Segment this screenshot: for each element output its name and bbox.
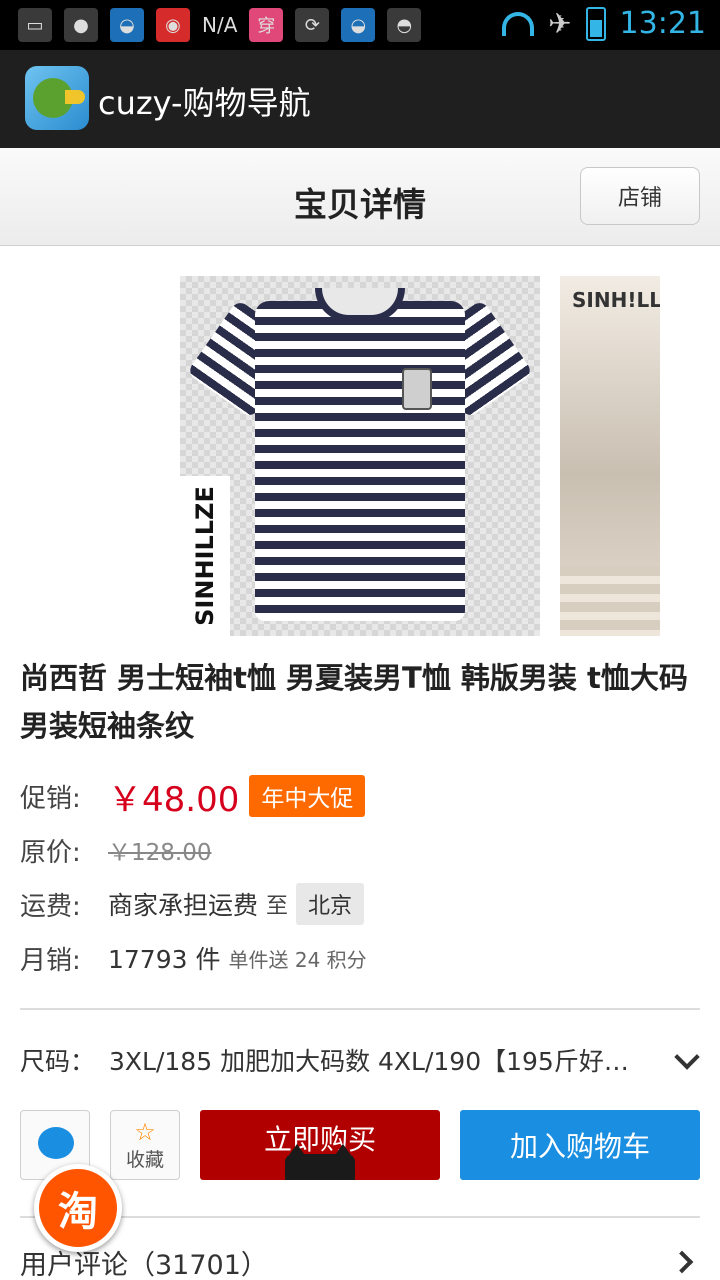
divider bbox=[20, 1008, 700, 1010]
gallery-icon: ▭ bbox=[18, 8, 52, 42]
promo-price-row: 促销: ￥48.00 年中大促 bbox=[20, 774, 366, 820]
brand-logo: SINH!LLZE bbox=[572, 288, 660, 312]
carrier-label: N/A bbox=[202, 13, 238, 37]
chevron-right-icon bbox=[670, 1250, 694, 1274]
news-icon: ◉ bbox=[156, 8, 190, 42]
taobao-icon[interactable]: 淘 bbox=[34, 1164, 122, 1252]
chat-bubble-icon bbox=[38, 1127, 74, 1159]
browser-icon: ◒ bbox=[110, 8, 144, 42]
pea-app-icon: ● bbox=[64, 8, 98, 42]
shipping-row: 运费: 商家承担运费 至 北京 bbox=[20, 882, 365, 926]
monthly-sales-row: 月销: 17793 件 单件送 24 积分 bbox=[20, 936, 367, 980]
user-reviews-row[interactable]: 用户评论（31701） bbox=[20, 1240, 700, 1280]
app-action-bar: cuzy-购物导航 bbox=[0, 50, 720, 148]
sync-icon: ⟳ bbox=[295, 8, 330, 42]
favorite-label: 收藏 bbox=[125, 1148, 164, 1171]
sales-count: 17793 件 bbox=[108, 945, 221, 974]
app-logo-icon[interactable] bbox=[25, 66, 89, 130]
photo-background bbox=[560, 566, 660, 636]
star-icon: ☆ bbox=[134, 1117, 156, 1146]
shipping-city-selector[interactable]: 北京 bbox=[296, 883, 365, 925]
app-notification-icon: 穿 bbox=[249, 8, 284, 42]
sales-label: 月销: bbox=[20, 945, 81, 976]
add-to-cart-button[interactable]: 加入购物车 bbox=[460, 1110, 700, 1180]
app-title: cuzy-购物导航 bbox=[98, 84, 311, 122]
product-image-next[interactable]: SINH!LLZE bbox=[560, 276, 660, 636]
promo-price: ￥48.00 bbox=[108, 779, 240, 820]
points-note: 单件送 24 积分 bbox=[228, 947, 367, 972]
airplane-icon: ✈ bbox=[548, 7, 572, 40]
size-value: 3XL/185 加肥加大码数 4XL/190【195斤好… bbox=[109, 1047, 629, 1076]
reviews-label: 用户评论（31701） bbox=[20, 1249, 268, 1280]
shipping-text: 商家承担运费 bbox=[108, 891, 259, 920]
buy-now-button[interactable]: 立即购买 bbox=[200, 1110, 440, 1180]
update-icon: ◒ bbox=[341, 8, 376, 42]
buy-now-label: 立即购买 bbox=[263, 1123, 376, 1156]
notification-icons: ▭ ● ◒ ◉ N/A 穿 ⟳ ◒ ◓ bbox=[18, 8, 422, 42]
android-icon: ◓ bbox=[387, 8, 422, 42]
page-header: 宝贝详情 店铺 bbox=[0, 148, 720, 246]
divider bbox=[20, 1216, 700, 1218]
status-bar: ▭ ● ◒ ◉ N/A 穿 ⟳ ◒ ◓ ✈ 13:21 bbox=[0, 0, 720, 50]
clock: 13:21 bbox=[619, 6, 706, 41]
system-icons: ✈ 13:21 bbox=[502, 6, 706, 41]
original-price: ￥128.00 bbox=[108, 840, 212, 866]
favorite-button[interactable]: ☆ 收藏 bbox=[110, 1110, 180, 1180]
original-price-row: 原价: ￥128.00 bbox=[20, 828, 211, 872]
product-image-main[interactable]: SINHILLZE bbox=[180, 276, 540, 636]
shipping-label: 运费: bbox=[20, 891, 81, 922]
wifi-icon bbox=[502, 11, 535, 36]
original-price-label: 原价: bbox=[20, 837, 81, 868]
product-image-gallery[interactable]: SINHILLZE SINH!LLZE bbox=[0, 246, 720, 654]
tmall-cat-icon bbox=[285, 1144, 355, 1180]
promo-label: 促销: bbox=[20, 783, 81, 814]
shipping-to: 至 bbox=[266, 894, 289, 919]
brand-logo-vertical: SINHILLZE bbox=[180, 476, 230, 636]
promo-tag: 年中大促 bbox=[249, 775, 366, 817]
size-selector[interactable]: 尺码： 3XL/185 加肥加大码数 4XL/190【195斤好… bbox=[20, 1036, 700, 1084]
shop-button[interactable]: 店铺 bbox=[580, 167, 700, 225]
size-label: 尺码： bbox=[20, 1047, 96, 1076]
product-title: 尚西哲 男士短袖t恤 男夏装男T恤 韩版男装 t恤大码男装短袖条纹 bbox=[20, 661, 688, 743]
tshirt-badge bbox=[402, 368, 432, 410]
tshirt-body bbox=[255, 301, 465, 621]
battery-icon bbox=[585, 6, 606, 41]
chevron-down-icon bbox=[674, 1044, 700, 1070]
